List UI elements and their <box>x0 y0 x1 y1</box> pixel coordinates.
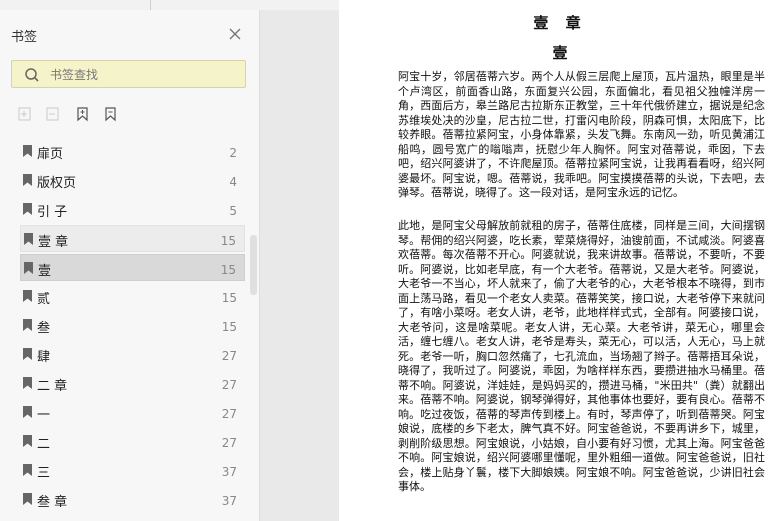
chapter-title: 壹 章 <box>533 14 587 32</box>
bookmark-label: 一 <box>37 408 51 423</box>
bookmark-label: 扉页 <box>37 147 64 162</box>
section-title: 壹 <box>552 44 568 62</box>
body-paragraph: 阿宝十岁，邻居蓓蒂六岁。两个人从假三层爬上屋顶，瓦片温热，眼里是半个卢湾区，前面… <box>398 70 765 199</box>
bookmark-search-box[interactable] <box>11 60 246 88</box>
bookmark-item[interactable]: 三 37 <box>20 457 245 484</box>
bookmark-item[interactable]: 二 27 <box>20 428 245 455</box>
bookmark-page: 15 <box>221 291 237 305</box>
bookmark-icon <box>23 203 32 215</box>
bookmark-page: 37 <box>221 465 237 479</box>
bookmark-item[interactable]: 叁 15 <box>20 312 245 339</box>
bookmark-label: 壹 章 <box>38 235 69 250</box>
bookmark-icon <box>23 348 32 360</box>
bookmark-label: 引 子 <box>37 205 68 220</box>
bookmark-icon <box>23 435 32 447</box>
bookmark-label: 叁 <box>37 321 51 336</box>
bookmark-panel: 书签 扉页 2 版权页 4 <box>0 10 260 521</box>
bookmark-page: 5 <box>229 204 237 218</box>
bookmark-label: 壹 <box>38 264 52 279</box>
bookmark-label: 贰 <box>37 292 51 307</box>
collapse-bookmark-icon[interactable] <box>102 105 120 123</box>
bookmark-item[interactable]: 一 27 <box>20 399 245 426</box>
delete-bookmark-icon[interactable] <box>44 105 62 123</box>
bookmark-icon <box>24 233 33 245</box>
bookmark-search-input[interactable] <box>48 64 242 86</box>
add-bookmark-icon[interactable] <box>16 105 34 123</box>
panel-title: 书签 <box>11 30 38 45</box>
document-page: 壹 章 壹 阿宝十岁，邻居蓓蒂六岁。两个人从假三层爬上屋顶，瓦片温热，眼里是半个… <box>339 0 781 521</box>
bookmark-page: 15 <box>221 320 237 334</box>
search-icon <box>25 68 39 82</box>
bookmark-item[interactable]: 版权页 4 <box>20 167 245 194</box>
bookmark-page: 27 <box>221 407 237 421</box>
bookmark-icon <box>23 319 32 331</box>
body-paragraph: 此地，是阿宝父母解放前就租的房子，蓓蒂住底楼，同样是三间，大间摆钢琴。帮佣的绍兴… <box>398 219 765 493</box>
bookmark-icon <box>24 262 33 274</box>
bookmark-page: 37 <box>221 494 237 508</box>
bookmark-page: 4 <box>229 175 237 189</box>
bookmark-item[interactable]: 二 章 27 <box>20 370 245 397</box>
bookmark-scrollbar-thumb[interactable] <box>250 235 257 295</box>
bookmark-label: 二 <box>37 437 51 452</box>
bookmark-label: 肆 <box>37 350 51 365</box>
bookmark-icon <box>23 377 32 389</box>
expand-bookmark-icon[interactable] <box>74 105 92 123</box>
bookmark-icon <box>23 406 32 418</box>
bookmark-label: 二 章 <box>37 379 68 394</box>
bookmark-label: 叁 章 <box>37 495 68 510</box>
document-margin <box>260 10 339 521</box>
bookmark-icon <box>23 493 32 505</box>
toolbar-divider <box>150 0 151 10</box>
bookmark-page: 27 <box>221 349 237 363</box>
bookmark-icon <box>23 174 32 186</box>
bookmark-item[interactable]: 贰 15 <box>20 283 245 310</box>
bookmark-item[interactable]: 壹 章 15 <box>20 225 245 252</box>
bookmark-page: 15 <box>220 263 236 277</box>
bookmark-icon <box>23 145 32 157</box>
bookmark-label: 三 <box>37 466 51 481</box>
close-icon[interactable] <box>227 26 243 42</box>
bookmark-page: 27 <box>221 378 237 392</box>
bookmark-item[interactable]: 扉页 2 <box>20 138 245 165</box>
bookmark-icon <box>23 290 32 302</box>
bookmark-icon <box>23 464 32 476</box>
bookmark-item[interactable]: 引 子 5 <box>20 196 245 223</box>
bookmark-page: 27 <box>221 436 237 450</box>
bookmark-label: 版权页 <box>37 176 77 191</box>
bookmark-item-selected[interactable]: 壹 15 <box>20 254 245 281</box>
bookmark-item[interactable]: 叁 章 37 <box>20 486 245 513</box>
bookmark-page: 15 <box>220 234 236 248</box>
bookmark-page: 2 <box>229 146 237 160</box>
bookmark-item[interactable]: 肆 27 <box>20 341 245 368</box>
